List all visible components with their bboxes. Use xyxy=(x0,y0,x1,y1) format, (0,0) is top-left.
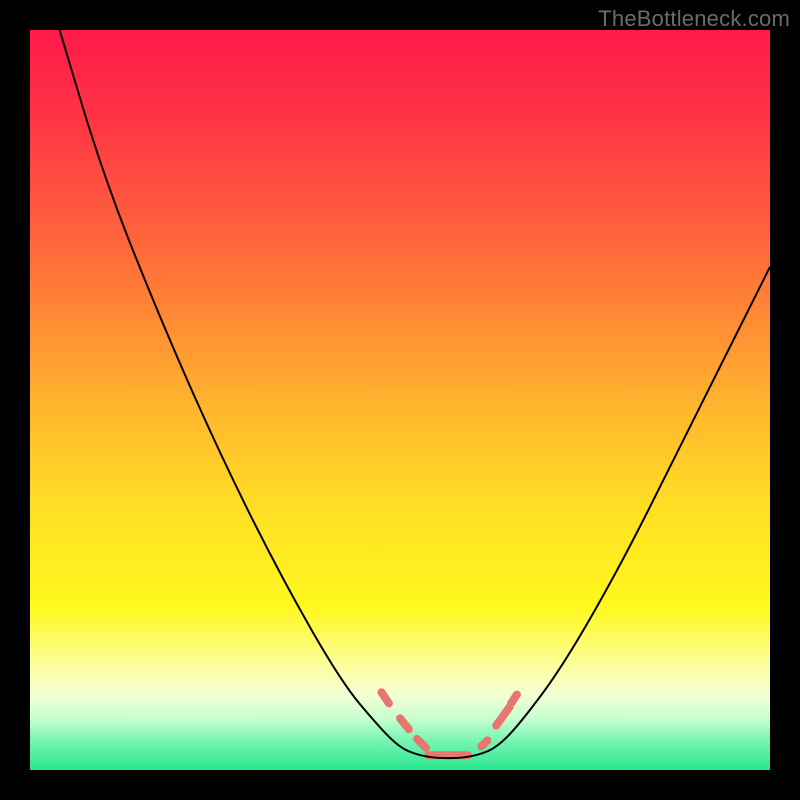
chart-svg xyxy=(30,30,770,770)
plot-area xyxy=(30,30,770,770)
gradient-background xyxy=(30,30,770,770)
chart-container: TheBottleneck.com xyxy=(0,0,800,800)
watermark: TheBottleneck.com xyxy=(598,6,790,32)
